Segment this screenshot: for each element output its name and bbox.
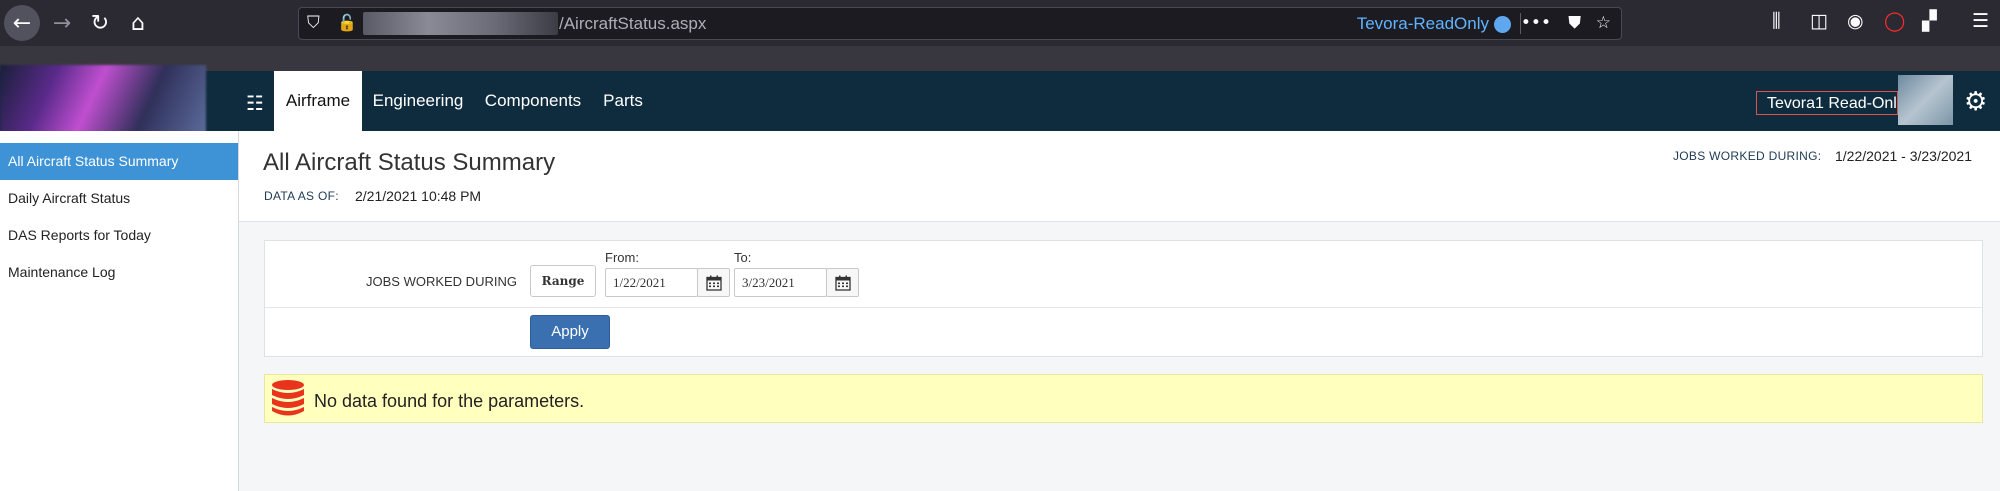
- filter-divider: [265, 307, 1982, 308]
- range-button[interactable]: Range: [530, 265, 596, 297]
- insecure-lock-icon[interactable]: 🔓: [337, 13, 357, 32]
- sidebar-item-maintenance-log[interactable]: Maintenance Log: [0, 254, 238, 291]
- back-button[interactable]: ←: [4, 5, 40, 41]
- url-path: /AircraftStatus.aspx: [559, 14, 707, 33]
- to-date-input[interactable]: 3/23/2021: [734, 268, 827, 297]
- menu-icon[interactable]: ☰: [1972, 10, 1989, 32]
- to-label: To:: [734, 250, 752, 265]
- sidebar: All Aircraft Status Summary Daily Aircra…: [0, 131, 239, 491]
- user-menu[interactable]: Tevora1 Read-Only: [1756, 91, 1898, 115]
- more-actions-icon[interactable]: •••: [1521, 13, 1551, 33]
- extensions-grid-icon[interactable]: ▞: [1922, 10, 1937, 32]
- filter-panel: JOBS WORKED DURING Range From: To: 1/22/…: [264, 240, 1983, 357]
- logo[interactable]: [0, 65, 206, 135]
- home-button[interactable]: ⌂: [120, 5, 156, 41]
- gears-icon[interactable]: ⚙: [1964, 87, 1987, 117]
- sidebar-item-daily-aircraft-status[interactable]: Daily Aircraft Status: [0, 180, 238, 217]
- extension-icon[interactable]: ◯: [1884, 10, 1905, 32]
- account-icon[interactable]: ◉: [1847, 10, 1864, 32]
- jobs-worked-label: JOBS WORKED DURING:: [1673, 149, 1822, 163]
- sidebar-item-all-aircraft-status-summary[interactable]: All Aircraft Status Summary: [0, 143, 238, 180]
- jobs-worked-value: 1/22/2021 - 3/23/2021: [1835, 148, 1973, 164]
- nav-toggle-icon[interactable]: ☷: [246, 91, 264, 115]
- address-bar[interactable]: ⛉ 🔓 /AircraftStatus.aspx Tevora-ReadOnly…: [298, 7, 1622, 40]
- apply-button[interactable]: Apply: [530, 315, 610, 349]
- database-icon: [271, 380, 305, 422]
- shield-icon[interactable]: ⛉: [307, 13, 320, 33]
- library-icon[interactable]: ⫼: [1772, 10, 1781, 32]
- avatar[interactable]: [1898, 75, 1953, 125]
- bookmark-star-icon[interactable]: ☆: [1596, 13, 1611, 33]
- page-header: All Aircraft Status Summary DATA AS OF: …: [239, 131, 2000, 222]
- no-data-message: No data found for the parameters.: [314, 391, 585, 411]
- container-dot-icon: [1494, 16, 1511, 33]
- pocket-icon[interactable]: ⛊: [1568, 13, 1581, 33]
- sidebar-item-das-reports-for-today[interactable]: DAS Reports for Today: [0, 217, 238, 254]
- forward-button[interactable]: →: [44, 5, 80, 41]
- browser-toolbar: ← → ↻ ⌂ ⛉ 🔓 /AircraftStatus.aspx Tevora-…: [0, 0, 2000, 46]
- tab-parts[interactable]: Parts: [601, 71, 645, 131]
- from-date-input[interactable]: 1/22/2021: [605, 268, 698, 297]
- data-as-of-label: DATA AS OF:: [264, 189, 339, 203]
- container-account-label[interactable]: Tevora-ReadOnly: [1357, 14, 1489, 34]
- redacted-host: [363, 12, 558, 35]
- tab-components[interactable]: Components: [484, 71, 582, 131]
- from-label: From:: [605, 250, 639, 265]
- sidebar-toggle-icon[interactable]: ◫: [1810, 10, 1828, 32]
- browser-toolbar-spacer: [0, 46, 2000, 71]
- filter-label: JOBS WORKED DURING: [366, 274, 517, 289]
- calendar-icon[interactable]: [826, 268, 859, 297]
- calendar-icon[interactable]: [697, 268, 730, 297]
- reload-button[interactable]: ↻: [82, 5, 118, 41]
- tab-airframe[interactable]: Airframe: [274, 71, 362, 131]
- no-data-alert: No data found for the parameters.: [264, 374, 1983, 423]
- page-title: All Aircraft Status Summary: [263, 149, 556, 176]
- data-as-of-value: 2/21/2021 10:48 PM: [355, 188, 482, 204]
- tab-engineering[interactable]: Engineering: [372, 71, 464, 131]
